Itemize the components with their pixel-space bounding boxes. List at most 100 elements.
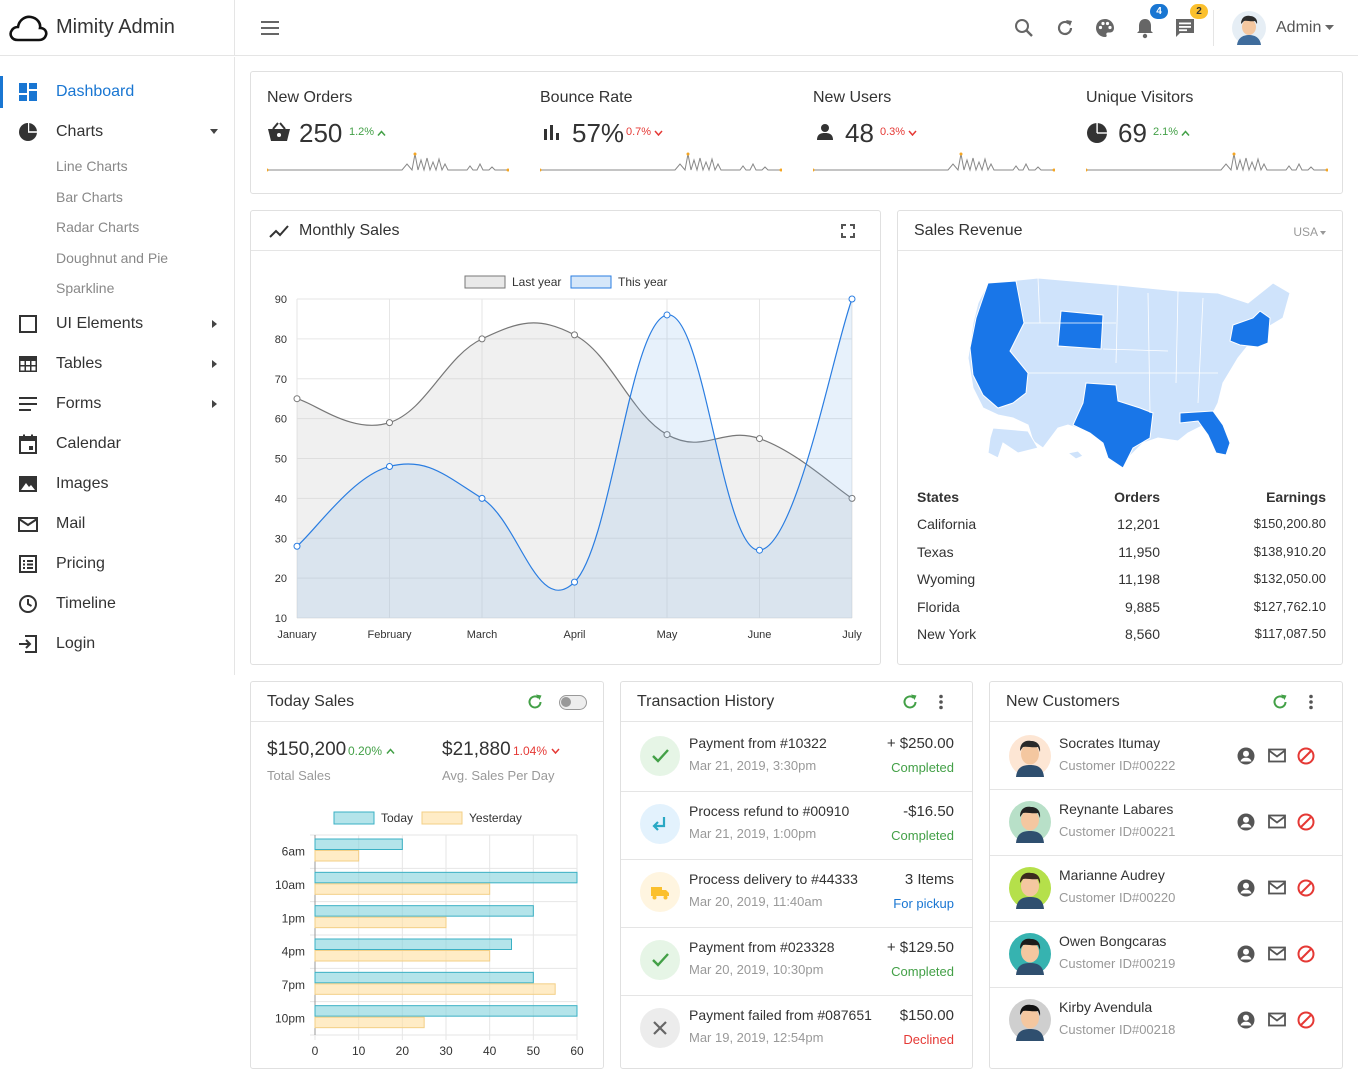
refresh-icon[interactable] [1272,694,1288,710]
block-icon[interactable] [1297,945,1315,963]
card-title: Transaction History [637,693,775,710]
caret-down-icon[interactable] [1320,231,1326,235]
palette-icon[interactable] [1094,17,1116,39]
toggle-switch[interactable] [559,695,587,710]
x-tick-label: 50 [527,1044,541,1058]
sidebar-subitem-line-charts[interactable]: Line Charts [56,158,128,174]
image-icon [19,476,37,492]
data-point [663,311,671,319]
transaction-row[interactable]: Payment failed from #087651 Mar 19, 2019,… [621,995,972,1063]
transaction-row[interactable]: Process delivery to #44333 Mar 20, 2019, … [621,859,972,927]
search-icon[interactable] [1014,18,1034,38]
transaction-status: Completed [891,964,954,979]
legend-label: This year [618,275,667,289]
legend-swatch [333,811,375,825]
stat-delta: 1.2% [349,126,375,138]
block-icon[interactable] [1297,813,1315,831]
sidebar-item-dashboard[interactable]: Dashboard [0,72,234,112]
y-tick-label: 7pm [282,978,305,992]
card-header: Monthly Sales [251,211,880,251]
bar-chart-icon [544,125,559,140]
chat-icon[interactable] [1174,17,1196,39]
transaction-amount: + $129.50 [886,939,954,956]
user-name[interactable]: Admin [1276,19,1321,37]
stats-card: New Orders 250 1.2% Bounce Rate 57% 0.7%… [250,71,1343,194]
sidebar-item-charts[interactable]: Charts [0,112,234,152]
country-select[interactable]: USA [1293,225,1318,239]
legend-swatch [570,275,612,289]
fullscreen-icon[interactable] [841,224,855,238]
trend-up-icon [1181,130,1190,136]
card-title: New Customers [1006,693,1120,710]
customer-row[interactable]: Marianne Audrey Customer ID#00220 [990,855,1342,921]
profile-icon[interactable] [1237,945,1255,963]
sidebar-item-login[interactable]: Login [0,624,234,664]
mail-icon[interactable] [1268,1012,1286,1027]
check-icon [652,953,669,967]
legend-swatch [421,811,463,825]
avatar[interactable] [1232,11,1266,45]
profile-icon[interactable] [1237,813,1255,831]
transaction-row[interactable]: Payment from #10322 Mar 21, 2019, 3:30pm +… [621,723,972,791]
stat-title: Unique Visitors [1086,89,1194,106]
customer-row[interactable]: Kirby Avendula Customer ID#00218 [990,987,1342,1053]
revenue-state: New York [917,626,977,642]
customer-row[interactable]: Reynante Labares Customer ID#00221 [990,789,1342,855]
profile-icon[interactable] [1237,879,1255,897]
brand[interactable]: Mimity Admin [0,0,235,56]
transaction-row[interactable]: Process refund to #00910 Mar 21, 2019, 1:… [621,791,972,859]
sidebar-item-ui-elements[interactable]: UI Elements [0,304,234,344]
customer-row[interactable]: Socrates Itumay Customer ID#00222 [990,723,1342,789]
sidebar-subitem-sparkline[interactable]: Sparkline [56,280,114,296]
customer-row[interactable]: Owen Bongcaras Customer ID#00219 [990,921,1342,987]
y-tick-label: 40 [275,493,287,505]
mail-icon[interactable] [1268,946,1286,961]
stat-title: New Orders [267,89,353,106]
sidebar-item-pricing[interactable]: Pricing [0,544,234,584]
chevron-down-icon[interactable] [1325,25,1334,31]
sidebar-item-label: Charts [56,123,104,140]
transaction-row[interactable]: Payment from #023328 Mar 20, 2019, 10:30p… [621,927,972,995]
more-vert-icon[interactable] [938,694,944,710]
refresh-icon[interactable] [902,694,918,710]
sidebar-item-calendar[interactable]: Calendar [0,424,234,464]
sidebar-subitem-doughnut-pie[interactable]: Doughnut and Pie [56,250,168,266]
more-vert-icon[interactable] [1308,694,1314,710]
sidebar-item-tables[interactable]: Tables [0,344,234,384]
sidebar-item-timeline[interactable]: Timeline [0,584,234,624]
legend-swatch [464,275,506,289]
mail-icon[interactable] [1268,880,1286,895]
profile-icon[interactable] [1237,747,1255,765]
transaction-icon-circle [640,940,680,980]
sidebar-item-images[interactable]: Images [0,464,234,504]
sidebar-item-forms[interactable]: Forms [0,384,234,424]
x-tick-label: July [842,629,862,641]
sparkline-line [813,153,1055,172]
mail-icon[interactable] [1268,748,1286,763]
block-icon[interactable] [1297,1011,1315,1029]
bar [314,883,491,895]
transaction-date: Mar 19, 2019, 12:54pm [689,1030,824,1045]
legend-label: Last year [512,275,561,289]
stat-new-orders: New Orders 250 1.2% [251,72,511,192]
sidebar-subitem-radar-charts[interactable]: Radar Charts [56,219,139,235]
sparkline-line [1086,153,1328,172]
sidebar-subitem-bar-charts[interactable]: Bar Charts [56,189,123,205]
brand-name: Mimity Admin [56,16,175,38]
bell-icon[interactable] [1135,17,1155,39]
mail-icon[interactable] [1268,814,1286,829]
refresh-icon[interactable] [527,694,543,710]
menu-icon[interactable] [260,19,280,37]
sidebar-item-mail[interactable]: Mail [0,504,234,544]
block-icon[interactable] [1297,747,1315,765]
profile-icon[interactable] [1237,1011,1255,1029]
y-tick-label: 10pm [275,1011,305,1025]
transaction-icon-circle [640,872,680,912]
refresh-icon[interactable] [1055,18,1075,38]
customer-id: Customer ID#00219 [1059,956,1176,971]
transaction-amount: -$16.50 [903,803,954,820]
divider [990,789,1342,790]
block-icon[interactable] [1297,879,1315,897]
y-tick-label: 90 [275,294,287,306]
transaction-title: Payment from #023328 [689,939,835,955]
